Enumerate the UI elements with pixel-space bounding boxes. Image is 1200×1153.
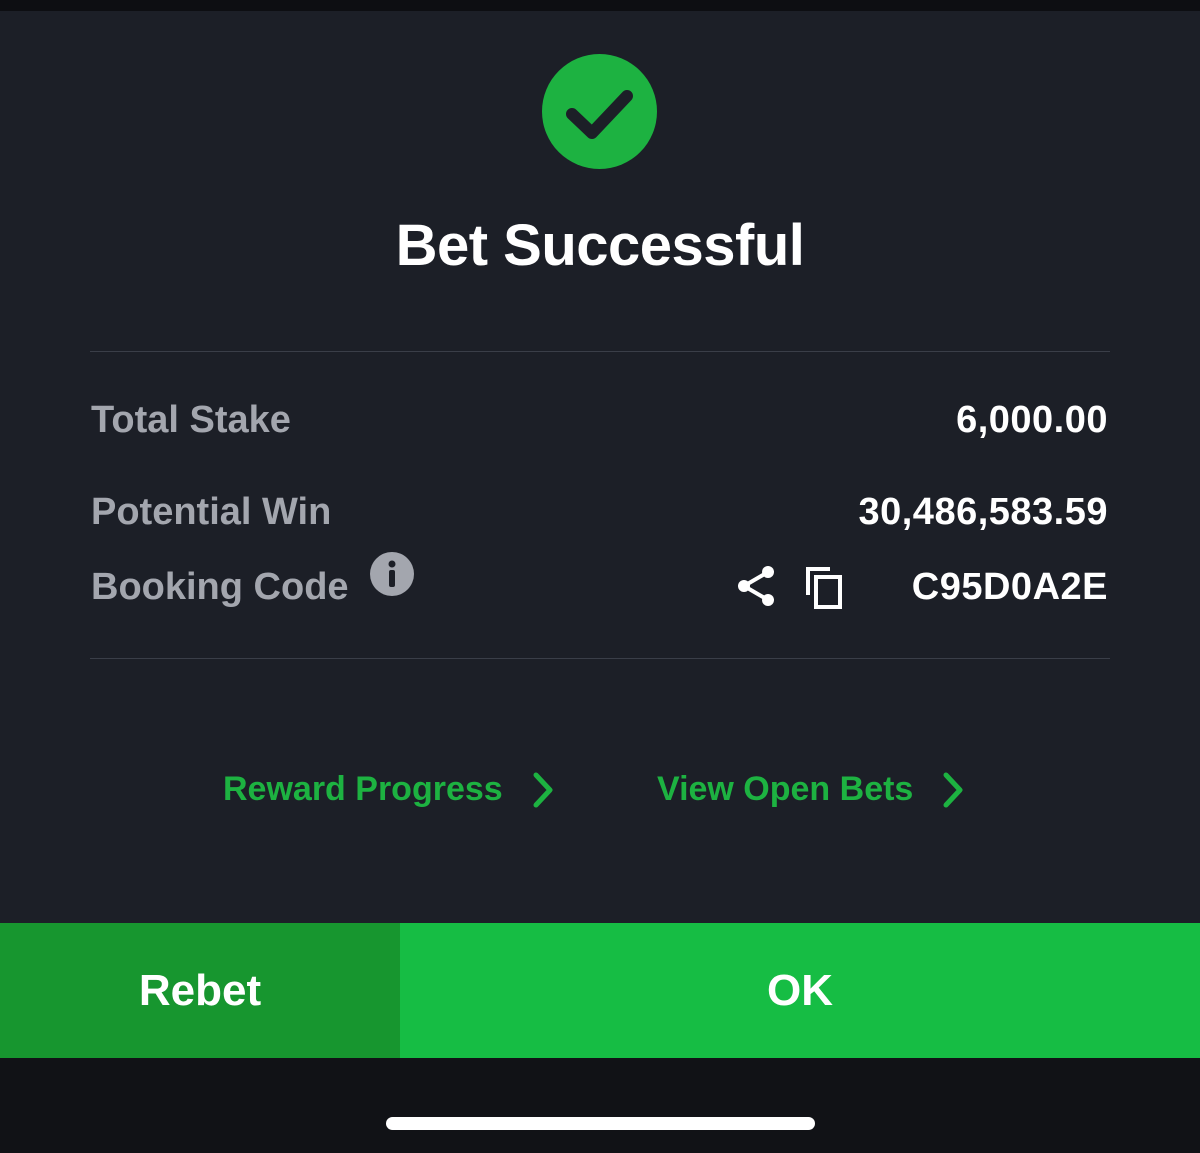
reward-progress-label: Reward Progress: [223, 770, 503, 808]
rebet-label: Rebet: [138, 965, 262, 1015]
home-bar-area: [0, 1058, 1200, 1153]
total-stake-label: Total Stake: [91, 399, 291, 441]
view-open-bets-label: View Open Bets: [657, 770, 914, 808]
bet-success-screen: Bet Successful Total Stake 6,000.00 Pote…: [0, 0, 1200, 1153]
potential-win-value: 30,486,583.59: [858, 491, 1108, 533]
booking-code-value[interactable]: C95D0A2E: [912, 566, 1108, 609]
booking-code-label: Booking Code: [91, 566, 349, 608]
view-open-bets-link[interactable]: View Open Bets: [657, 770, 965, 809]
dialog-title: Bet Successful: [395, 213, 805, 278]
potential-win-label: Potential Win: [91, 491, 332, 533]
chevron-right-icon: [533, 772, 553, 807]
info-icon[interactable]: [370, 552, 414, 596]
check-circle-icon: [542, 54, 657, 169]
status-bar: [0, 0, 1200, 11]
copy-icon[interactable]: [804, 565, 844, 609]
reward-progress-link[interactable]: Reward Progress: [223, 770, 555, 809]
bet-success-sheet: Bet Successful Total Stake 6,000.00 Pote…: [0, 11, 1200, 923]
rebet-button[interactable]: Rebet: [0, 923, 400, 1058]
divider-top: [90, 351, 1110, 352]
ok-button[interactable]: OK: [400, 923, 1200, 1058]
total-stake-value: 6,000.00: [956, 399, 1108, 441]
share-icon[interactable]: [736, 564, 776, 608]
divider-bottom: [90, 658, 1110, 659]
ok-label: OK: [767, 965, 833, 1015]
home-indicator[interactable]: [386, 1117, 815, 1130]
chevron-right-icon: [943, 772, 963, 807]
